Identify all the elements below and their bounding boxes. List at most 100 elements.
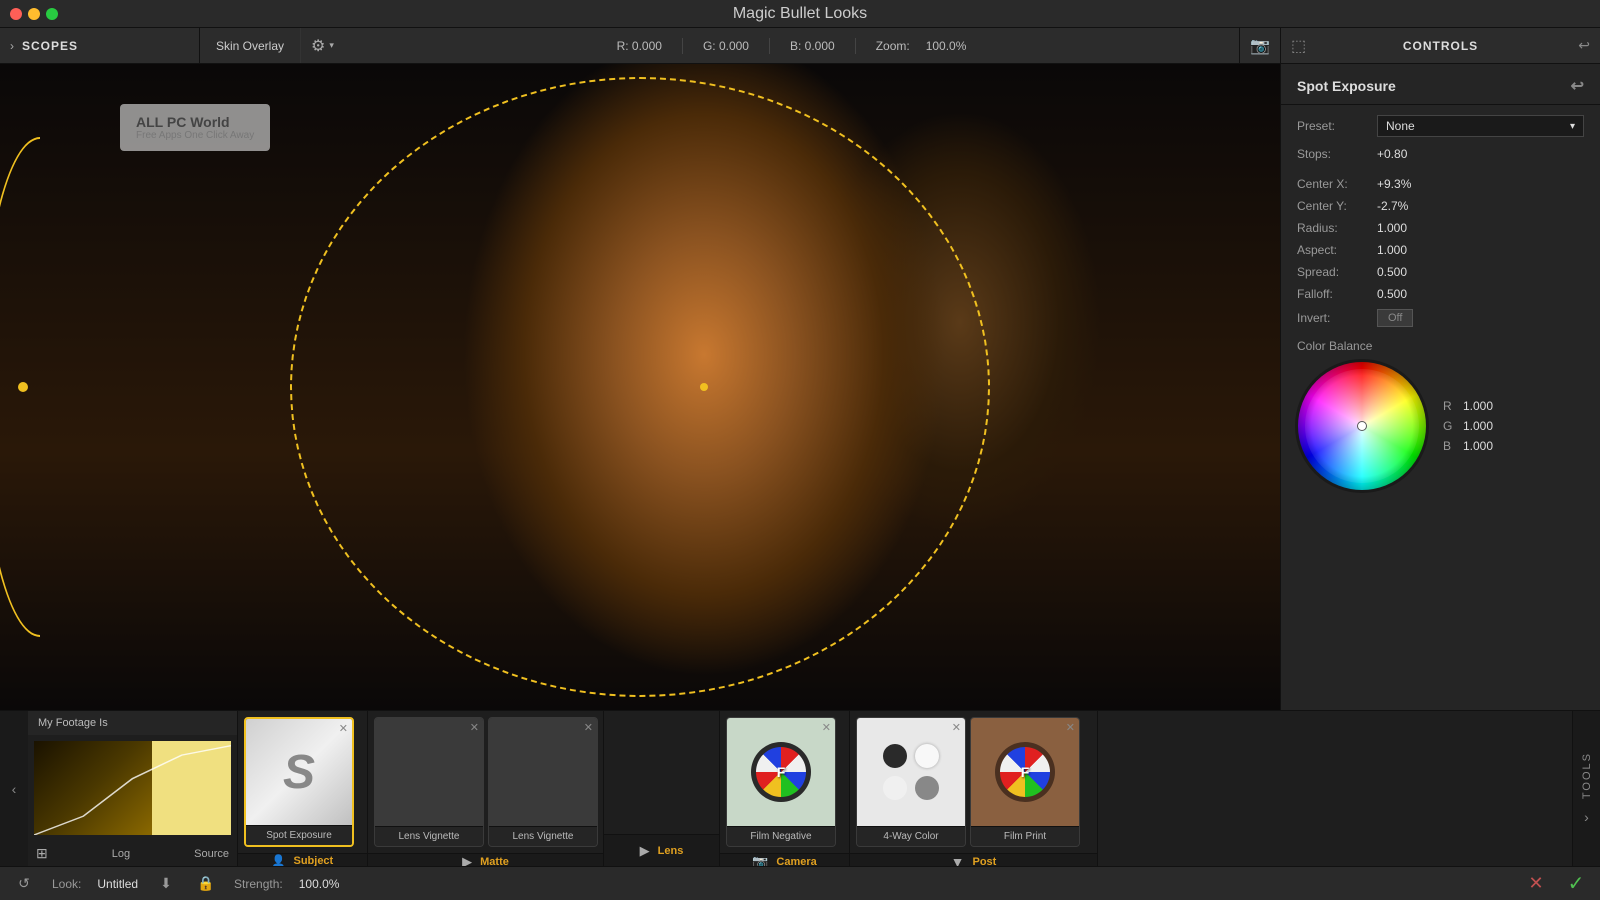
center-y-row: Center Y: -2.7% [1297,199,1584,213]
scopes-section: › SCOPES [0,28,200,63]
look-label: Look: [52,877,81,891]
film-print-card[interactable]: ✕ F Film Print [970,717,1080,847]
scopes-arrow-icon[interactable]: › [10,39,14,53]
center-y-value[interactable]: -2.7% [1377,199,1408,213]
film-icon-inner: F [756,747,806,797]
right-panel: Spot Exposure ↩ Preset: None ▾ Stops: +0… [1280,64,1600,710]
tools-panel: TOOLS › [1572,711,1600,866]
invert-row: Invert: Off [1297,309,1584,327]
radius-value[interactable]: 1.000 [1377,221,1407,235]
stops-value[interactable]: +0.80 [1377,147,1407,161]
close-button[interactable] [10,8,22,20]
source-footer-label: Log [112,848,130,860]
source-header: My Footage Is [28,711,237,735]
save-button[interactable]: ⬇ [154,872,178,896]
aspect-label: Aspect: [1297,243,1377,257]
four-way-color-card[interactable]: ✕ [856,717,966,847]
r-number: 1.000 [1463,399,1493,413]
invert-toggle[interactable]: Off [1377,309,1413,327]
film-print-close-icon[interactable]: ✕ [1066,721,1075,734]
lens-vignette-card-2[interactable]: ✕ Lens Vignette [488,717,598,847]
preset-row: Preset: None ▾ [1297,115,1584,137]
split-view-icon: ⬚ [1291,36,1306,56]
reset-button[interactable]: ↺ [12,872,36,896]
cancel-button[interactable]: ✕ [1524,872,1548,896]
source-thumbnail[interactable] [34,741,231,835]
subject-section: ✕ S Spot Exposure 👤 Subject [238,711,368,866]
stops-row: Stops: +0.80 [1297,147,1584,161]
dot-white-2 [883,776,907,800]
dot-dark-1 [883,744,907,768]
controls-label: CONTROLS [1403,39,1478,53]
lens-vignette-card-1[interactable]: ✕ Lens Vignette [374,717,484,847]
spot-exposure-card[interactable]: ✕ S Spot Exposure [244,717,354,847]
spread-value[interactable]: 0.500 [1377,265,1407,279]
spot-exposure-close-icon[interactable]: ✕ [339,722,348,735]
color-wheel[interactable] [1297,361,1427,491]
four-way-close-icon[interactable]: ✕ [952,721,961,734]
controls-title: Spot Exposure [1297,78,1396,94]
confirm-button[interactable]: ✓ [1564,872,1588,896]
settings-button[interactable]: ⚙ ▾ [301,36,344,56]
film-print-f-letter: F [1021,764,1030,780]
minimize-button[interactable] [28,8,40,20]
falloff-label: Falloff: [1297,287,1377,301]
film-print-icon: F [995,742,1055,802]
lock-button[interactable]: 🔒 [194,872,218,896]
right-panel-content: Preset: None ▾ Stops: +0.80 Center X: +9… [1281,105,1600,710]
lens-vignette-2-thumb [489,718,597,826]
subject-cards: ✕ S Spot Exposure [238,711,367,853]
subject-label: Subject [293,855,333,867]
four-way-inner [857,718,965,826]
tools-right-arrow[interactable]: › [1584,809,1589,825]
spot-s-letter: S [283,745,315,800]
lens-section: ▶ Lens [604,711,720,866]
skin-overlay-button[interactable]: Skin Overlay [200,28,301,63]
screenshot-button[interactable]: 📷 [1239,28,1280,63]
subject-footer: 👤 Subject [238,853,367,866]
lens-label: Lens [658,845,684,857]
confirm-icon: ✓ [1568,871,1585,896]
film-print-icon-inner: F [1000,747,1050,797]
controls-back-icon[interactable]: ↩ [1578,37,1590,54]
film-negative-card[interactable]: ✕ F Film Negative [726,717,836,847]
strip-nav-left[interactable]: ‹ [0,711,28,866]
g-value: G: 0.000 [703,39,749,53]
lens-icon: ▶ [640,843,650,859]
scopes-label: SCOPES [22,39,78,53]
b-letter: B [1443,439,1455,453]
lens-vignette-1-close-icon[interactable]: ✕ [470,721,479,734]
post-cards: ✕ [850,711,1097,853]
r-value: R: 0.000 [617,39,662,53]
reset-icon: ↺ [18,875,30,892]
film-negative-close-icon[interactable]: ✕ [822,721,831,734]
camera-footer: 📷 Camera [720,853,849,866]
preset-value: None [1386,119,1415,133]
strength-value: 100.0% [299,877,340,891]
preset-dropdown-icon: ▾ [1570,121,1575,132]
film-print-label: Film Print [971,826,1079,846]
reset-controls-icon[interactable]: ↩ [1571,76,1584,96]
center-x-value[interactable]: +9.3% [1377,177,1411,191]
nav-left-icon: ‹ [12,781,17,797]
preset-select[interactable]: None ▾ [1377,115,1584,137]
maximize-button[interactable] [46,8,58,20]
spot-exposure-label: Spot Exposure [246,825,352,845]
camera-icon: 📷 [752,854,768,866]
lens-vignette-2-close-icon[interactable]: ✕ [584,721,593,734]
r-letter: R [1443,399,1455,413]
b-value: B: 0.000 [790,39,835,53]
rgb-values: R 1.000 G 1.000 B 1.000 [1443,399,1493,453]
matte-icon: ▶ [462,854,472,866]
topbar: › SCOPES Skin Overlay ⚙ ▾ R: 0.000 G: 0.… [0,28,1600,64]
color-wheel-container: R 1.000 G 1.000 B 1.000 [1297,361,1584,491]
wheel-cursor[interactable] [1357,421,1367,431]
post-section: ✕ [850,711,1098,866]
settings-dropdown-icon: ▾ [329,40,334,51]
film-negative-thumb: F [727,718,835,826]
source-footer: ⊞ Log Source [28,841,237,866]
bottom-bar: ↺ Look: Untitled ⬇ 🔒 Strength: 100.0% ✕ … [0,866,1600,900]
aspect-value[interactable]: 1.000 [1377,243,1407,257]
aspect-row: Aspect: 1.000 [1297,243,1584,257]
falloff-value[interactable]: 0.500 [1377,287,1407,301]
